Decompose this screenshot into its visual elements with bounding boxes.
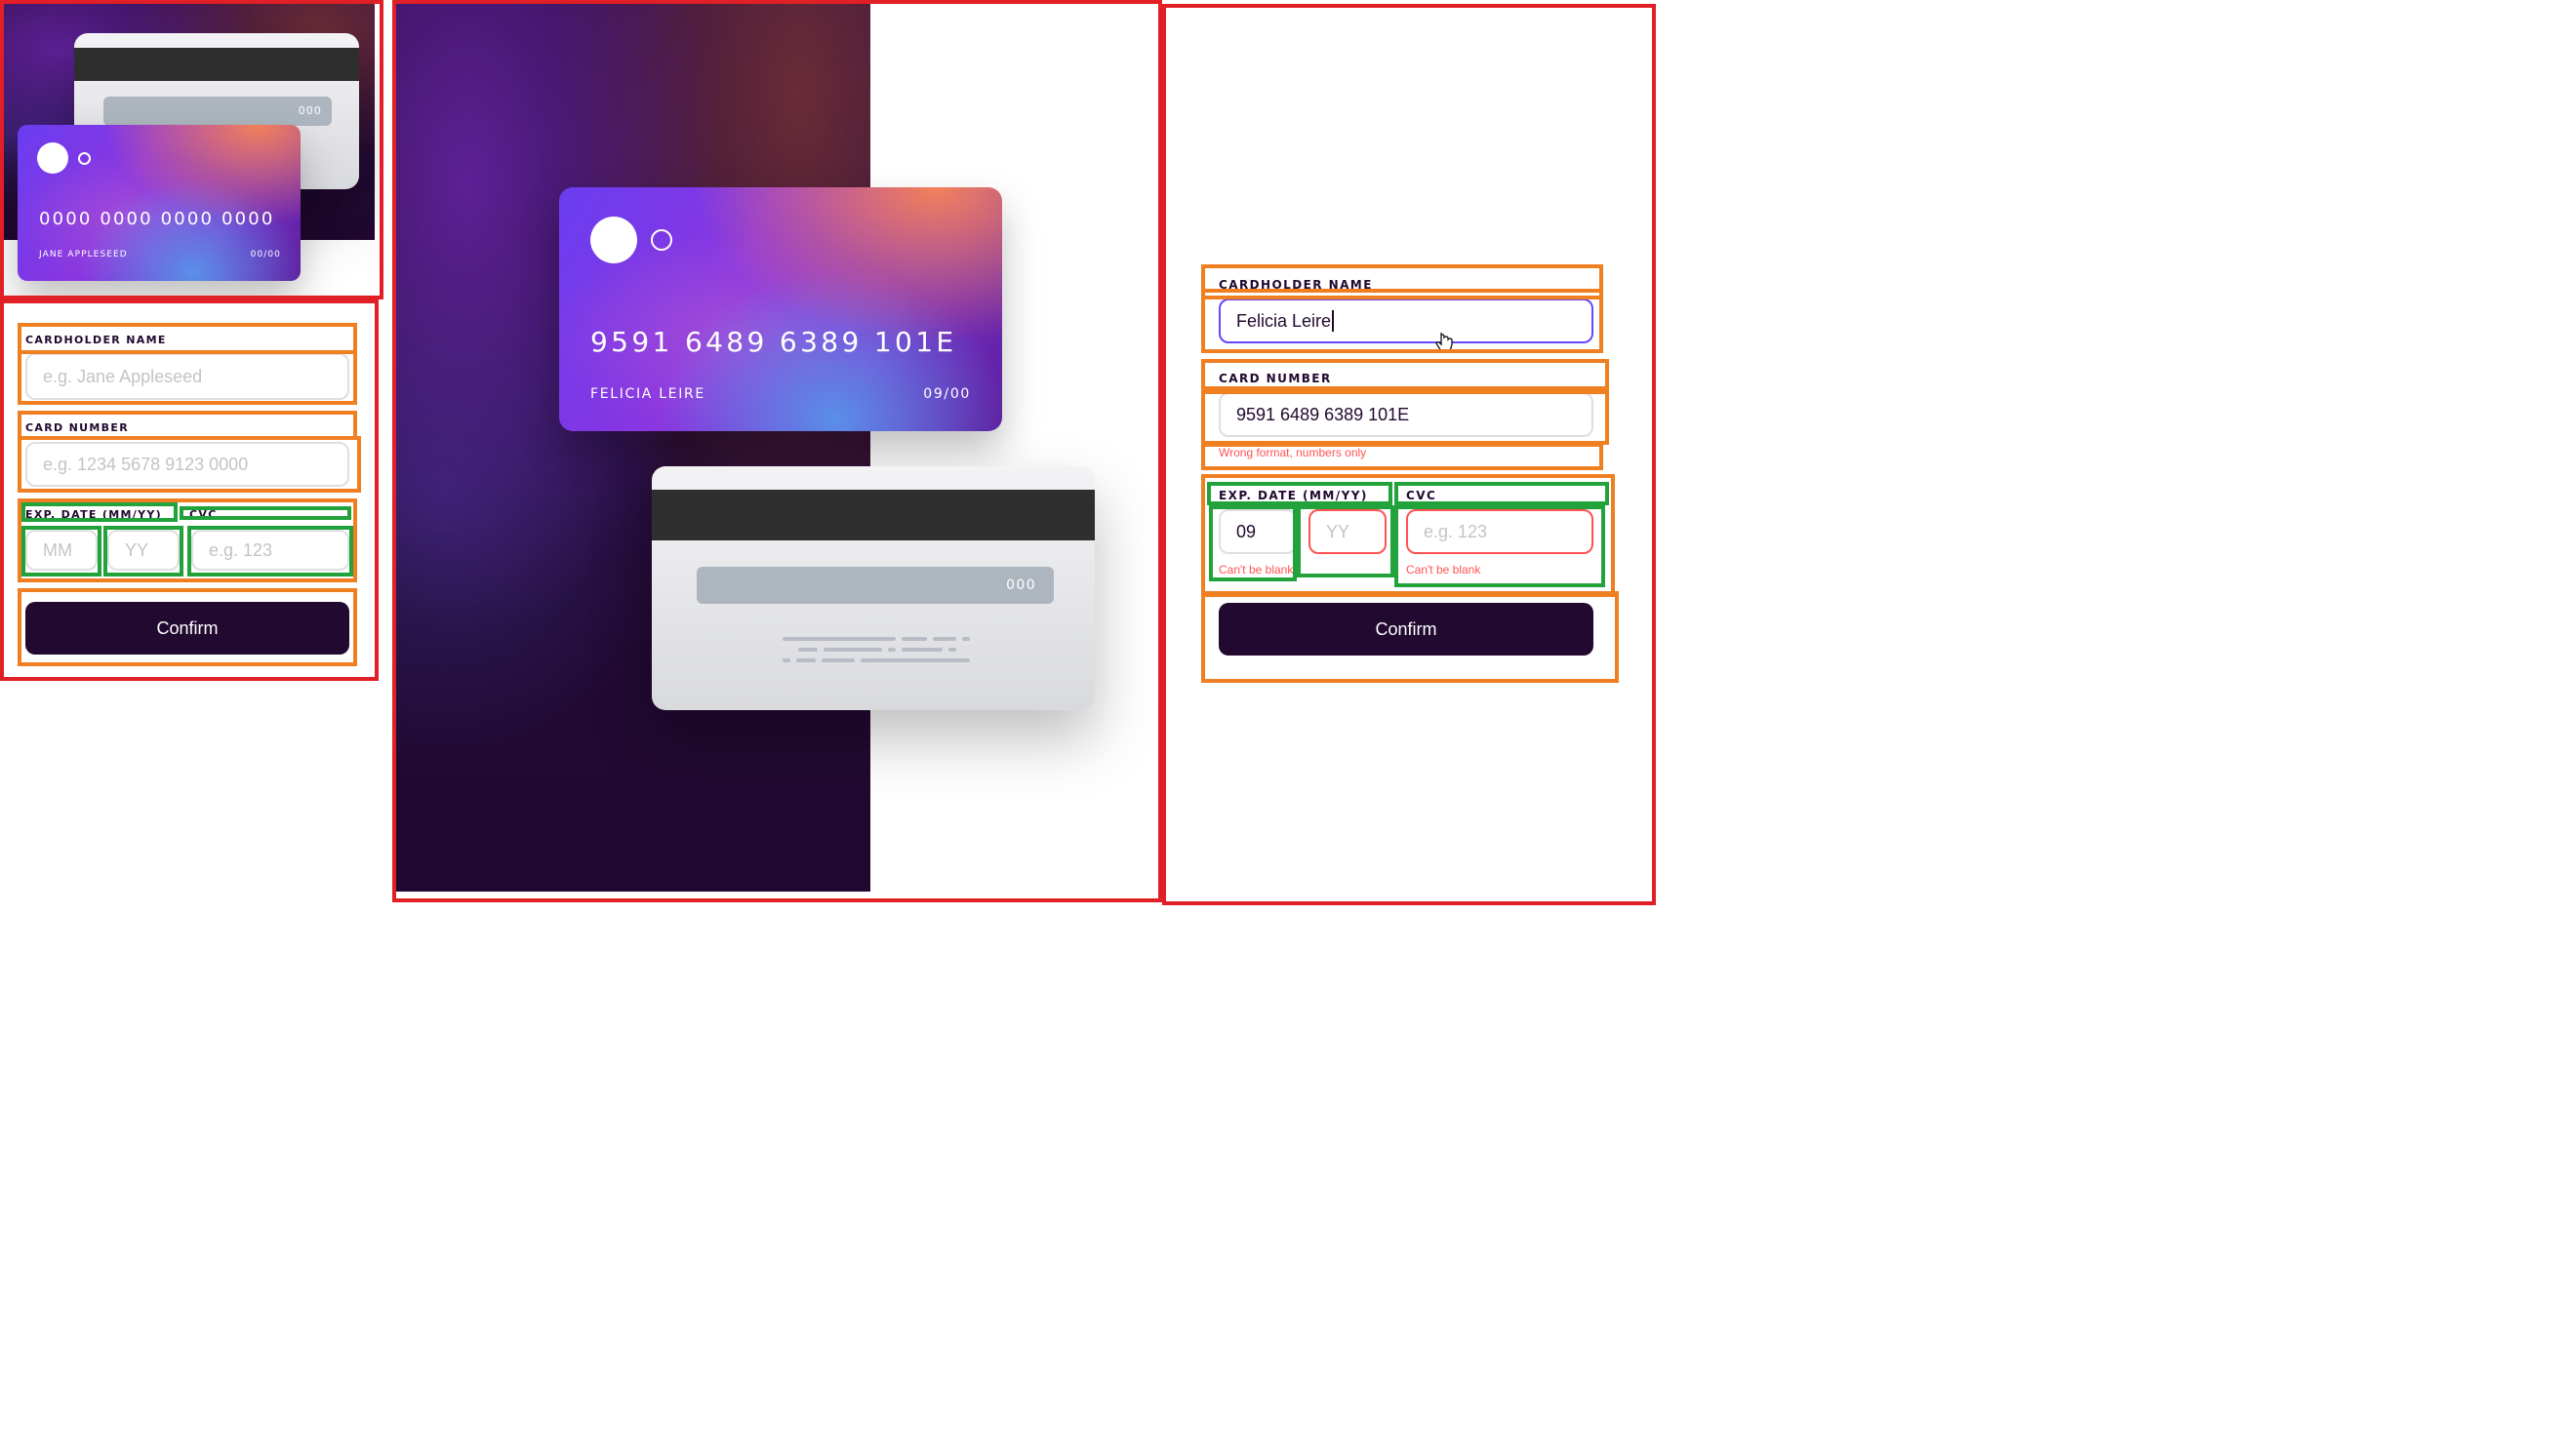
card-logo-ring-icon <box>78 152 91 165</box>
cvc-label: CVC <box>1406 489 1437 502</box>
exp-month-value: 09 <box>1236 522 1257 541</box>
card-logo-circle-icon <box>590 217 637 263</box>
cvc-error: Can't be blank <box>1406 563 1481 577</box>
card-deco-line <box>933 637 956 641</box>
confirm-button[interactable]: Confirm <box>1219 603 1593 656</box>
cardholder-name-input[interactable] <box>25 353 349 400</box>
desktop-form-frame: CARDHOLDER NAME Felicia Leire CARD NUMBE… <box>1162 4 1656 905</box>
text-caret <box>1332 310 1335 332</box>
card-deco-line <box>902 648 943 652</box>
exp-date-label: EXP. DATE (MM/YY) <box>25 508 163 521</box>
card-deco-line <box>822 658 855 662</box>
card-logo-ring-icon <box>651 229 672 251</box>
hand-pointer-cursor-icon <box>1435 333 1453 352</box>
card-deco-line <box>962 637 970 641</box>
desktop-gradient-background <box>396 4 870 892</box>
mobile-card-front: 0000 0000 0000 0000 JANE APPLESEED 00/00 <box>18 125 301 281</box>
card-number-input[interactable]: 9591 6489 6389 101E <box>1219 392 1593 437</box>
cvc-label: CVC <box>189 508 218 521</box>
cardholder-name-input[interactable]: Felicia Leire <box>1219 298 1593 343</box>
mobile-form-frame: CARDHOLDER NAME CARD NUMBER EXP. DATE (M… <box>0 299 379 681</box>
card-deco-line <box>783 658 790 662</box>
card-number-display: 9591 6489 6389 101E <box>590 326 957 358</box>
card-deco-line <box>888 648 896 652</box>
cardholder-name-label: CARDHOLDER NAME <box>1219 278 1373 292</box>
card-deco-line <box>783 637 896 641</box>
card-number-label: CARD NUMBER <box>1219 372 1332 385</box>
cvc-input[interactable] <box>191 530 349 571</box>
card-deco-line <box>798 648 818 652</box>
card-deco-line <box>796 658 816 662</box>
exp-year-input[interactable] <box>1308 509 1387 554</box>
card-back-cvc: 000 <box>298 104 322 117</box>
cardholder-name-value: Felicia Leire <box>1236 311 1332 331</box>
card-back-cvc: 000 <box>1006 577 1036 593</box>
cardholder-name-label: CARDHOLDER NAME <box>25 334 167 346</box>
exp-month-input[interactable] <box>25 530 98 571</box>
card-number-label: CARD NUMBER <box>25 421 129 434</box>
card-expiry-display: 09/00 <box>923 386 971 402</box>
desktop-card-front: 9591 6489 6389 101E FELICIA LEIRE 09/00 <box>559 187 1002 431</box>
card-expiry-display: 00/00 <box>250 250 281 259</box>
card-deco-line <box>824 648 882 652</box>
mobile-cards-frame: 000 0000 0000 0000 0000 JANE APPLESEED 0… <box>0 0 383 299</box>
exp-date-error: Can't be blank <box>1219 563 1294 577</box>
exp-month-input[interactable]: 09 <box>1219 509 1297 554</box>
cardholder-name-display: FELICIA LEIRE <box>590 386 705 402</box>
magnetic-stripe <box>652 490 1095 540</box>
card-number-error: Wrong format, numbers only <box>1219 446 1367 459</box>
cvc-input[interactable] <box>1406 509 1593 554</box>
card-number-value: 9591 6489 6389 101E <box>1236 405 1410 424</box>
card-number-display: 0000 0000 0000 0000 <box>39 209 275 229</box>
desktop-card-back: 000 <box>652 466 1095 710</box>
desktop-cards-frame: 9591 6489 6389 101E FELICIA LEIRE 09/00 … <box>392 0 1162 902</box>
card-number-input[interactable] <box>25 442 349 487</box>
exp-year-input[interactable] <box>107 530 180 571</box>
signature-strip: 000 <box>103 97 332 126</box>
card-deco-line <box>902 637 927 641</box>
card-deco-line <box>861 658 970 662</box>
cardholder-name-display: JANE APPLESEED <box>39 250 128 259</box>
card-deco-line <box>948 648 956 652</box>
card-logo-circle-icon <box>37 142 68 174</box>
confirm-button[interactable]: Confirm <box>25 602 349 655</box>
signature-strip: 000 <box>697 567 1054 604</box>
magnetic-stripe <box>74 48 359 81</box>
exp-date-label: EXP. DATE (MM/YY) <box>1219 489 1368 502</box>
